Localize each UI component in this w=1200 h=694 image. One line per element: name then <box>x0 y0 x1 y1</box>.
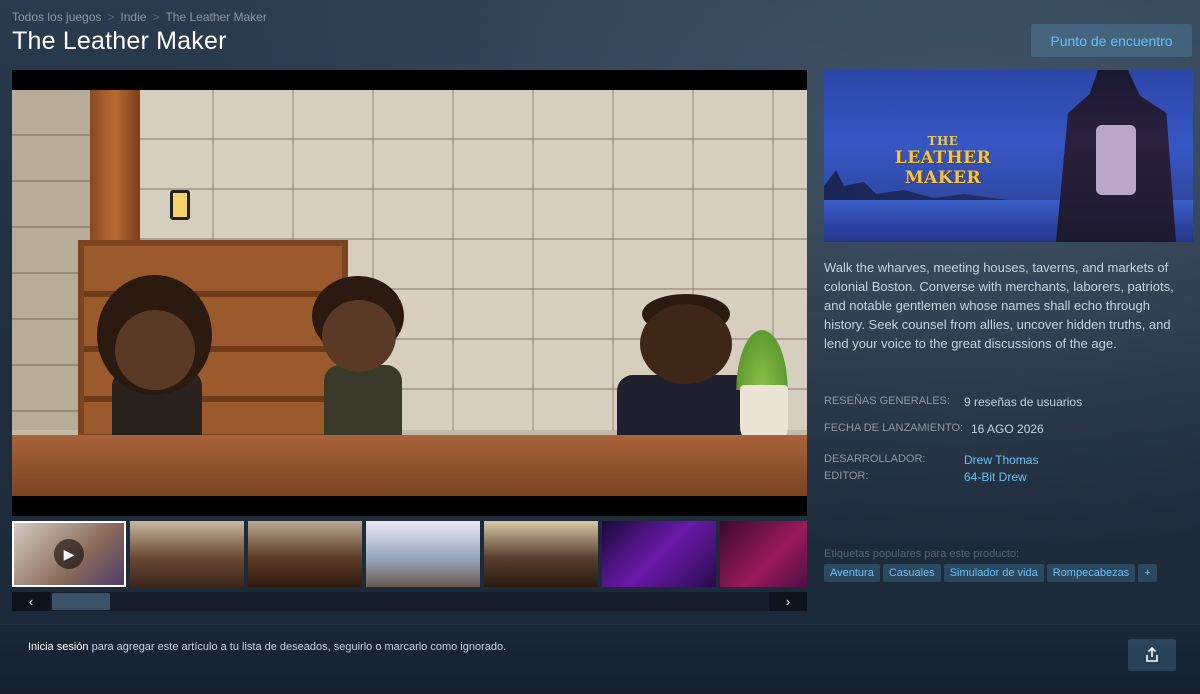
login-link[interactable]: Inicia sesión <box>28 641 89 653</box>
release-date-label: FECHA DE LANZAMIENTO: <box>824 422 964 434</box>
tag-more-button[interactable]: + <box>1138 564 1157 582</box>
chevron-left-icon: ‹ <box>28 594 34 609</box>
share-button[interactable] <box>1128 639 1176 671</box>
thumbnail-strip: ▶ <box>12 521 807 589</box>
tags-list: Aventura Casuales Simulador de vida Romp… <box>824 564 1157 582</box>
release-date-value: 16 AGO 2026 <box>971 422 1044 436</box>
publisher-link[interactable]: 64-Bit Drew <box>964 470 1027 484</box>
reviews-row: RESEÑAS GENERALES: 9 reseñas de usuarios <box>824 395 1082 409</box>
capsule-logo-main: LEATHER MAKER <box>894 148 992 188</box>
thumbnail-image[interactable] <box>602 521 716 587</box>
publisher-row: EDITOR: 64-Bit Drew <box>824 470 1027 484</box>
login-prompt-message: para agregar este artículo a tu lista de… <box>88 641 507 653</box>
screenshot-scene <box>12 90 807 496</box>
breadcrumb-separator: > <box>152 10 160 24</box>
slider-prev-button[interactable]: ‹ <box>12 592 50 611</box>
tag-aventura[interactable]: Aventura <box>824 564 880 582</box>
main-screenshot[interactable] <box>12 70 807 516</box>
breadcrumb-separator: > <box>107 10 115 24</box>
header-capsule-image: THE LEATHER MAKER <box>824 70 1193 242</box>
thumbnail-image[interactable] <box>720 521 807 587</box>
capsule-logo: THE LEATHER MAKER <box>868 134 1018 188</box>
character-middle-body <box>324 365 402 445</box>
developer-row: DESARROLLADOR: Drew Thomas <box>824 453 1038 467</box>
play-icon: ▶ <box>54 539 84 569</box>
character-right-head <box>640 304 732 384</box>
game-description: Walk the wharves, meeting houses, tavern… <box>824 260 1174 351</box>
developer-label: DESARROLLADOR: <box>824 453 926 465</box>
release-date-row: FECHA DE LANZAMIENTO: 16 AGO 2026 <box>824 422 1044 436</box>
thumbnail-image[interactable] <box>248 521 362 587</box>
thumbnail-video[interactable]: ▶ <box>12 521 126 587</box>
tag-casuales[interactable]: Casuales <box>882 564 941 582</box>
page-title: The Leather Maker <box>12 27 227 55</box>
capsule-character-vest <box>1096 125 1136 195</box>
thumbnail-slider[interactable]: ‹ › <box>12 592 807 611</box>
reviews-label: RESEÑAS GENERALES: <box>824 395 950 407</box>
share-icon <box>1146 647 1158 662</box>
reviews-value[interactable]: 9 reseñas de usuarios <box>964 395 1082 409</box>
scene-table <box>12 435 807 496</box>
breadcrumb-indie[interactable]: Indie <box>120 10 146 24</box>
scene-wall-lamp <box>170 190 190 220</box>
breadcrumb: Todos los juegos > Indie > The Leather M… <box>12 10 267 24</box>
breadcrumb-current[interactable]: The Leather Maker <box>165 10 266 24</box>
login-prompt-bar: Inicia sesión para agregar este artículo… <box>0 624 1200 694</box>
breadcrumb-all-games[interactable]: Todos los juegos <box>12 10 101 24</box>
thumbnail-image[interactable] <box>366 521 480 587</box>
tag-rompecabezas[interactable]: Rompecabezas <box>1046 564 1136 582</box>
publisher-label: EDITOR: <box>824 470 869 482</box>
developer-link[interactable]: Drew Thomas <box>964 453 1038 467</box>
character-middle-head <box>322 300 396 372</box>
community-hub-button[interactable]: Punto de encuentro <box>1031 24 1192 57</box>
slider-next-button[interactable]: › <box>769 592 807 611</box>
character-left-head <box>115 310 195 390</box>
tag-simulador-de-vida[interactable]: Simulador de vida <box>943 564 1044 582</box>
thumbnail-image[interactable] <box>130 521 244 587</box>
capsule-logo-the: THE <box>927 134 959 148</box>
tags-label: Etiquetas populares para este producto: <box>824 548 1020 560</box>
scene-plant <box>732 320 792 390</box>
login-prompt-text: Inicia sesión para agregar este artículo… <box>28 641 506 653</box>
thumbnail-image[interactable] <box>484 521 598 587</box>
chevron-right-icon: › <box>785 594 791 609</box>
slider-handle[interactable] <box>52 593 110 610</box>
